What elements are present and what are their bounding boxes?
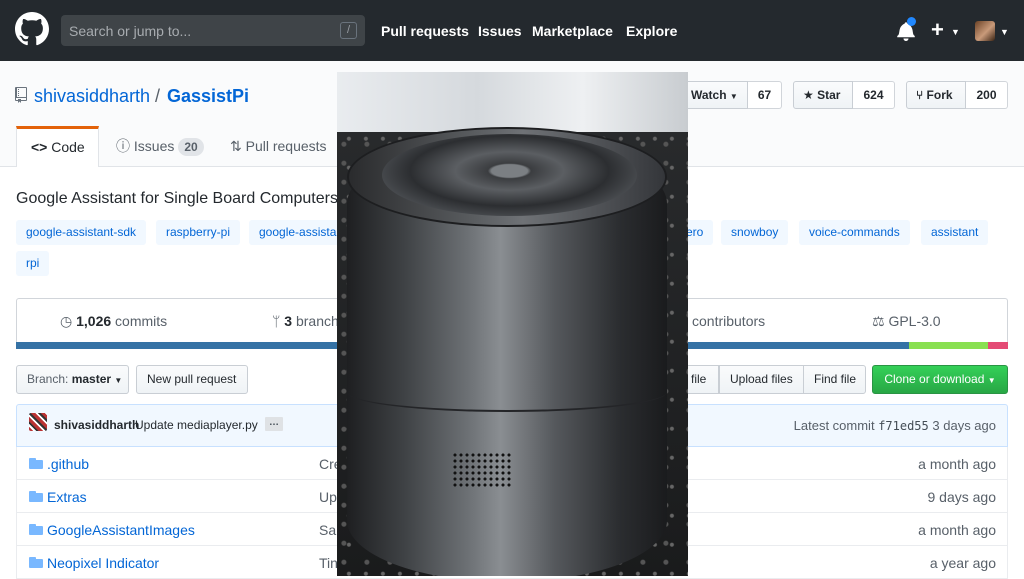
speaker-cone: [382, 134, 637, 216]
commit-message-link[interactable]: Update mediaplayer.py: [135, 418, 258, 432]
commit-age: 3 days ago: [932, 418, 996, 433]
tab-pull-requests-label: Pull requests: [245, 138, 327, 154]
commit-sha-link[interactable]: f71ed55: [878, 419, 929, 433]
license-label: GPL-3.0: [888, 313, 941, 329]
watch-button[interactable]: Watch ▼: [682, 81, 748, 109]
branch-select-button[interactable]: Branch: master ▼: [16, 365, 129, 394]
commit-author-avatar[interactable]: [29, 413, 47, 431]
branches-count: 3: [284, 313, 293, 329]
repo-path-separator: /: [155, 86, 161, 106]
branch-icon: ᛘ: [272, 313, 281, 329]
file-age: 9 days ago: [927, 489, 997, 505]
contributors-link[interactable]: contributors: [692, 313, 765, 329]
upload-files-button[interactable]: Upload files: [719, 365, 804, 394]
fork-count[interactable]: 200: [966, 81, 1008, 109]
file-commit-message[interactable]: Up: [319, 489, 337, 505]
folder-icon: [29, 458, 43, 469]
file-age: a month ago: [918, 522, 996, 538]
search-box[interactable]: /: [61, 15, 365, 46]
topic-tag[interactable]: assistant: [921, 220, 989, 245]
tab-code[interactable]: <> Code: [16, 126, 99, 167]
photo-background: [337, 72, 688, 132]
enclosure-seam: [347, 372, 667, 412]
user-avatar[interactable]: [975, 21, 995, 41]
chevron-down-icon[interactable]: ▼: [951, 27, 960, 37]
nav-pull-requests[interactable]: Pull requests: [381, 23, 469, 39]
slash-shortcut-key: /: [340, 22, 357, 39]
topic-tag[interactable]: raspberry-pi: [156, 220, 241, 245]
chevron-down-icon: ▼: [114, 376, 123, 385]
branches-link[interactable]: ᛘ 3 branch: [272, 313, 339, 329]
repo-icon: [15, 87, 27, 103]
branches-label: branch: [295, 313, 339, 329]
file-name-link[interactable]: .github: [47, 456, 89, 472]
commit-author-link[interactable]: shivasiddharth: [54, 418, 139, 432]
microphone-grille: [452, 452, 512, 487]
github-logo-icon[interactable]: [15, 12, 49, 46]
repo-owner-link[interactable]: shivasiddharth: [34, 86, 150, 107]
folder-icon: [29, 491, 43, 502]
chevron-down-icon: ▼: [987, 376, 996, 385]
speaker-photo-overlay: [337, 72, 688, 576]
pull-request-icon: ⇅: [230, 138, 242, 154]
nav-issues[interactable]: Issues: [478, 23, 522, 39]
commits-count: 1,026: [76, 313, 112, 329]
fork-button[interactable]: ⑂ Fork: [906, 81, 966, 109]
nav-explore[interactable]: Explore: [626, 23, 677, 39]
repo-description: Google Assistant for Single Board Comput…: [16, 190, 338, 207]
issues-count-badge: 20: [178, 138, 204, 156]
chevron-down-icon[interactable]: ▼: [1000, 27, 1009, 37]
language-bar-segment[interactable]: [908, 342, 989, 349]
find-file-button[interactable]: Find file: [803, 365, 866, 394]
history-icon: ◷: [60, 313, 73, 329]
star-count[interactable]: 624: [853, 81, 895, 109]
topic-tag[interactable]: voice-commands: [799, 220, 910, 245]
commit-latest-info: Latest commit f71ed55 3 days ago: [794, 418, 996, 433]
top-header: / Pull requests Issues Marketplace Explo…: [0, 0, 1024, 61]
file-name-link[interactable]: GoogleAssistantImages: [47, 522, 195, 538]
file-age: a month ago: [918, 456, 996, 472]
file-age: a year ago: [929, 555, 996, 571]
topic-tag[interactable]: google-assistant-sdk: [16, 220, 147, 245]
repo-name-link[interactable]: GassistPi: [167, 86, 249, 107]
tab-pull-requests[interactable]: ⇅ Pull requests: [230, 126, 327, 167]
fork-label: Fork: [926, 88, 953, 102]
branch-name: master: [71, 372, 112, 386]
language-bar-segment[interactable]: [988, 342, 1008, 349]
code-icon: <>: [31, 139, 48, 155]
issue-opened-icon: ⓘ: [116, 138, 130, 154]
clone-label: Clone or download: [884, 372, 985, 386]
nav-marketplace[interactable]: Marketplace: [532, 23, 613, 39]
tab-code-label: Code: [51, 139, 85, 155]
law-icon: ⚖: [872, 313, 885, 329]
fork-icon: ⑂: [916, 88, 924, 102]
create-new-plus-icon[interactable]: +: [931, 17, 944, 43]
commits-link[interactable]: ◷ 1,026 commits: [60, 313, 167, 330]
notification-unread-dot: [907, 17, 916, 26]
chevron-down-icon: ▼: [729, 92, 738, 101]
search-input[interactable]: [69, 20, 329, 41]
watch-label: Watch: [691, 88, 727, 102]
watch-count[interactable]: 67: [748, 81, 782, 109]
commit-expand-button[interactable]: …: [265, 417, 283, 431]
tab-issues[interactable]: ⓘ Issues 20: [116, 126, 204, 167]
clone-or-download-button[interactable]: Clone or download ▼: [872, 365, 1008, 394]
new-pull-request-button[interactable]: New pull request: [136, 365, 248, 394]
topic-tag[interactable]: rpi: [16, 251, 50, 276]
star-icon: ★: [803, 88, 814, 102]
file-commit-message[interactable]: Tin: [319, 555, 338, 571]
star-label: Star: [817, 88, 841, 102]
latest-commit-label: Latest commit: [793, 418, 875, 433]
license-link[interactable]: ⚖ GPL-3.0: [872, 313, 941, 330]
star-button[interactable]: ★ Star: [793, 81, 853, 109]
file-name-link[interactable]: Neopixel Indicator: [47, 555, 159, 571]
commits-label: commits: [115, 313, 168, 329]
folder-icon: [29, 524, 43, 535]
folder-icon: [29, 557, 43, 568]
file-name-link[interactable]: Extras: [47, 489, 87, 505]
tab-issues-label: Issues: [133, 138, 175, 154]
topic-tag[interactable]: snowboy: [721, 220, 789, 245]
branch-prefix: Branch:: [27, 372, 69, 386]
